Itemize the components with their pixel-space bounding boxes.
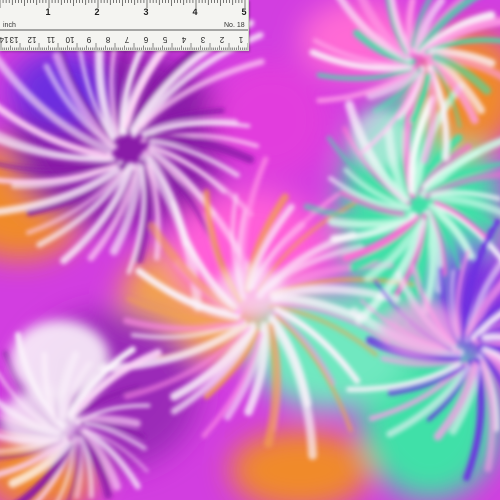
ruler-cm-number: 4 [181,35,187,44]
ruler-cm-number: 1 [238,35,244,44]
tie-dye-fabric-image: inch No. 18 1 2 3 4 5 1 2 3 4 5 6 7 8 9 … [0,0,500,500]
ruler-number-label: No. 18 [224,22,245,29]
tie-dye-pattern [0,0,500,500]
ruler-cm-number: 6 [143,35,149,44]
measuring-ruler: inch No. 18 1 2 3 4 5 1 2 3 4 5 6 7 8 9 … [0,0,249,51]
ruler-cm-number: 14 [0,35,9,44]
ruler-cm-number: 10 [65,35,75,44]
ruler-cm-number: 8 [105,35,111,44]
ruler-inch-number: 3 [143,7,149,17]
ruler-inch-number: 1 [45,7,51,17]
ruler-inch-number: 4 [192,7,198,17]
ruler-cm-number: 7 [124,35,130,44]
ruler-inch-number: 2 [94,7,100,17]
ruler-inch-number: 5 [241,7,247,17]
ruler-cm-number: 3 [200,35,206,44]
ruler-cm-number: 2 [219,35,225,44]
ruler-cm-number: 13 [9,35,19,44]
ruler-cm-number: 5 [162,35,168,44]
ruler-cm-number: 12 [27,35,37,44]
ruler-cm-number: 9 [86,35,92,44]
ruler-unit-label: inch [3,22,16,29]
ruler-cm-number: 11 [46,35,56,44]
